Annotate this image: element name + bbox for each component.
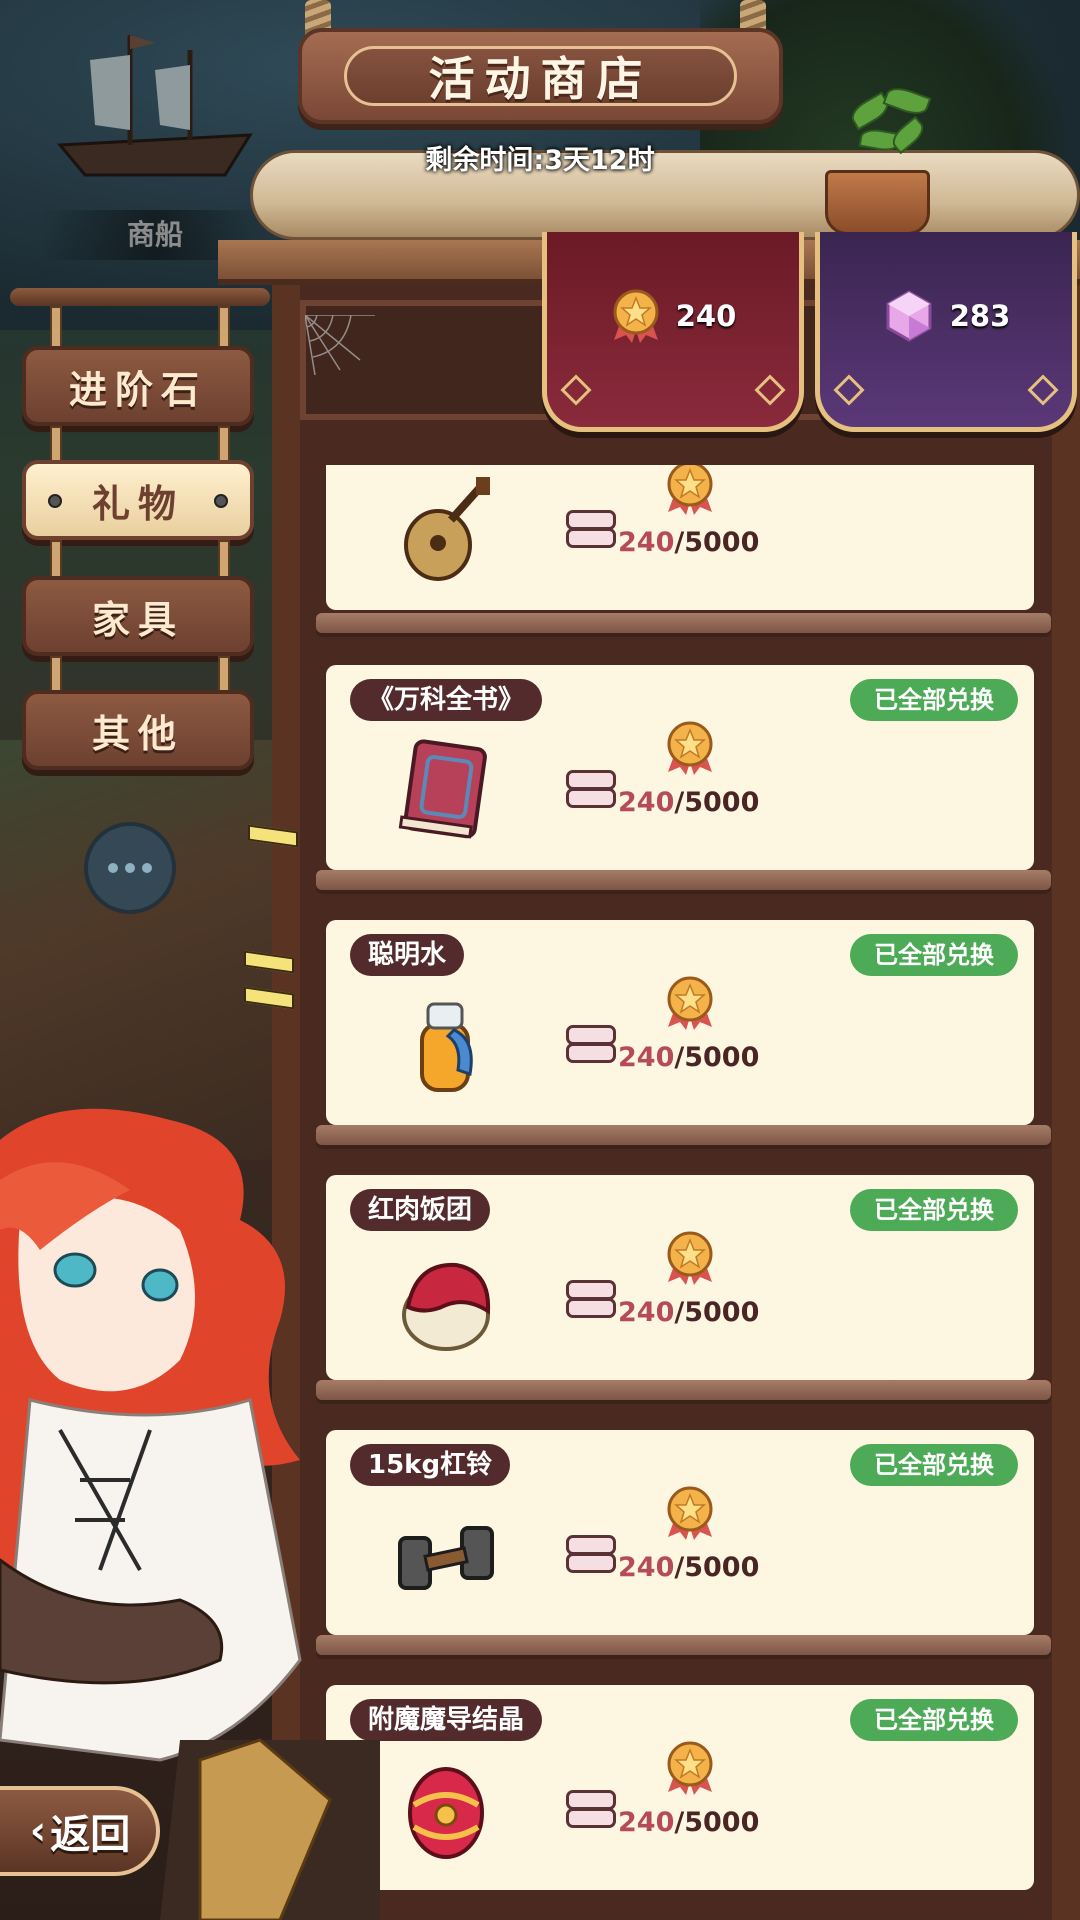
- tab-chain: [50, 306, 230, 350]
- currency-banner-gem[interactable]: 283: [815, 232, 1077, 432]
- banner-ornament: [560, 374, 592, 406]
- shelf-plank: [316, 870, 1051, 890]
- remaining-time: 剩余时间:3天12时: [425, 145, 655, 176]
- ship-icon: [56, 35, 253, 177]
- item-name: 《万科全书》: [350, 679, 543, 721]
- cost-have: 240: [618, 1807, 675, 1838]
- exchanged-badge: 已全部兑换: [850, 934, 1018, 976]
- cost-have: 240: [618, 1297, 675, 1328]
- tab-advance-stone[interactable]: 进阶石: [22, 346, 254, 426]
- plant-pot-icon: [825, 170, 930, 235]
- exchanged-badge: 已全部兑换: [850, 1444, 1018, 1486]
- shop-item[interactable]: 15kg杠铃 已全部兑换 240/5000: [326, 1430, 1034, 1635]
- potion-icon: [420, 1002, 473, 1092]
- shelf-plank: [316, 613, 1051, 633]
- medal-icon: [667, 465, 713, 515]
- item-cost: 240/5000: [618, 787, 759, 818]
- back-button-label: 返回: [50, 1812, 131, 1858]
- tab-pin: [214, 494, 228, 508]
- tab-rail: [10, 288, 270, 306]
- lute-icon: [404, 477, 490, 581]
- medal-icon: [667, 1231, 713, 1285]
- medal-amount: 240: [675, 298, 737, 333]
- exchanged-badge: 已全部兑换: [850, 1189, 1018, 1231]
- tab-chain: [50, 540, 230, 584]
- shelf-plank: [316, 1125, 1051, 1145]
- back-button[interactable]: ‹ 返回: [0, 1786, 160, 1876]
- cost-need: /5000: [674, 1552, 760, 1583]
- shop-title-board: 活动商店: [298, 28, 783, 124]
- book-icon: [398, 739, 487, 839]
- tab-furniture[interactable]: 家具: [22, 576, 254, 656]
- medal-icon: [667, 1486, 713, 1540]
- cost-have: 240: [618, 527, 675, 558]
- item-cost: 240/5000: [618, 527, 759, 558]
- exchanged-badge: 已全部兑换: [850, 679, 1018, 721]
- tab-gift[interactable]: 礼物: [22, 460, 254, 540]
- rice-ball-icon: [402, 1262, 491, 1351]
- tab-other[interactable]: 其他: [22, 690, 254, 770]
- shop-item[interactable]: 《万科全书》 已全部兑换 240/5000: [326, 665, 1034, 870]
- background-town: [0, 740, 300, 1160]
- medal-icon: [667, 721, 713, 775]
- dumbbell-icon: [398, 1526, 494, 1590]
- shop-item[interactable]: 240/5000: [326, 465, 1034, 610]
- gem-icon: [886, 289, 932, 342]
- equals-icon: [566, 1535, 616, 1573]
- crystal-egg-icon: [408, 1767, 484, 1859]
- equals-icon: [566, 1025, 616, 1063]
- shelf-plank: [316, 1635, 1051, 1655]
- tab-gift-label: 礼物: [91, 481, 184, 526]
- equals-icon: [566, 1280, 616, 1318]
- back-chevron-icon: ‹: [29, 1808, 47, 1854]
- item-cost: 240/5000: [618, 1807, 759, 1838]
- cost-have: 240: [618, 787, 675, 818]
- cost-need: /5000: [674, 527, 760, 558]
- shelf-plank: [316, 1380, 1051, 1400]
- gem-amount: 283: [949, 298, 1011, 333]
- cost-have: 240: [618, 1552, 675, 1583]
- exchanged-badge: 已全部兑换: [850, 1699, 1018, 1741]
- chat-bubble-icon[interactable]: [84, 822, 176, 914]
- item-cost: 240/5000: [618, 1042, 759, 1073]
- medal-icon: [667, 1741, 713, 1795]
- cost-need: /5000: [674, 1297, 760, 1328]
- cost-need: /5000: [674, 1042, 760, 1073]
- equals-icon: [566, 770, 616, 808]
- equals-icon: [566, 510, 616, 548]
- item-name: 聪明水: [350, 934, 465, 976]
- item-list[interactable]: 240/5000 《万科全书》 已全部兑换 240/5000 聪明水 已全部兑换: [310, 465, 1060, 1920]
- cost-have: 240: [618, 1042, 675, 1073]
- shop-title: 活动商店: [344, 46, 737, 106]
- shop-item[interactable]: 附魔魔导结晶 已全部兑换 240/5000: [326, 1685, 1034, 1890]
- banner-ornament: [754, 374, 786, 406]
- shop-item[interactable]: 聪明水 已全部兑换 240/5000: [326, 920, 1034, 1125]
- cost-need: /5000: [674, 787, 760, 818]
- currency-banner-medal[interactable]: 240: [542, 232, 804, 432]
- medal-icon: [667, 976, 713, 1030]
- cobweb-icon: [305, 315, 375, 375]
- item-cost: 240/5000: [618, 1552, 759, 1583]
- equals-icon: [566, 1790, 616, 1828]
- tab-pin: [48, 494, 62, 508]
- shop-item[interactable]: 红肉饭团 已全部兑换 240/5000: [326, 1175, 1034, 1380]
- banner-ornament: [833, 374, 865, 406]
- item-cost: 240/5000: [618, 1297, 759, 1328]
- medal-icon: [613, 289, 659, 343]
- cost-need: /5000: [674, 1807, 760, 1838]
- banner-ornament: [1027, 374, 1059, 406]
